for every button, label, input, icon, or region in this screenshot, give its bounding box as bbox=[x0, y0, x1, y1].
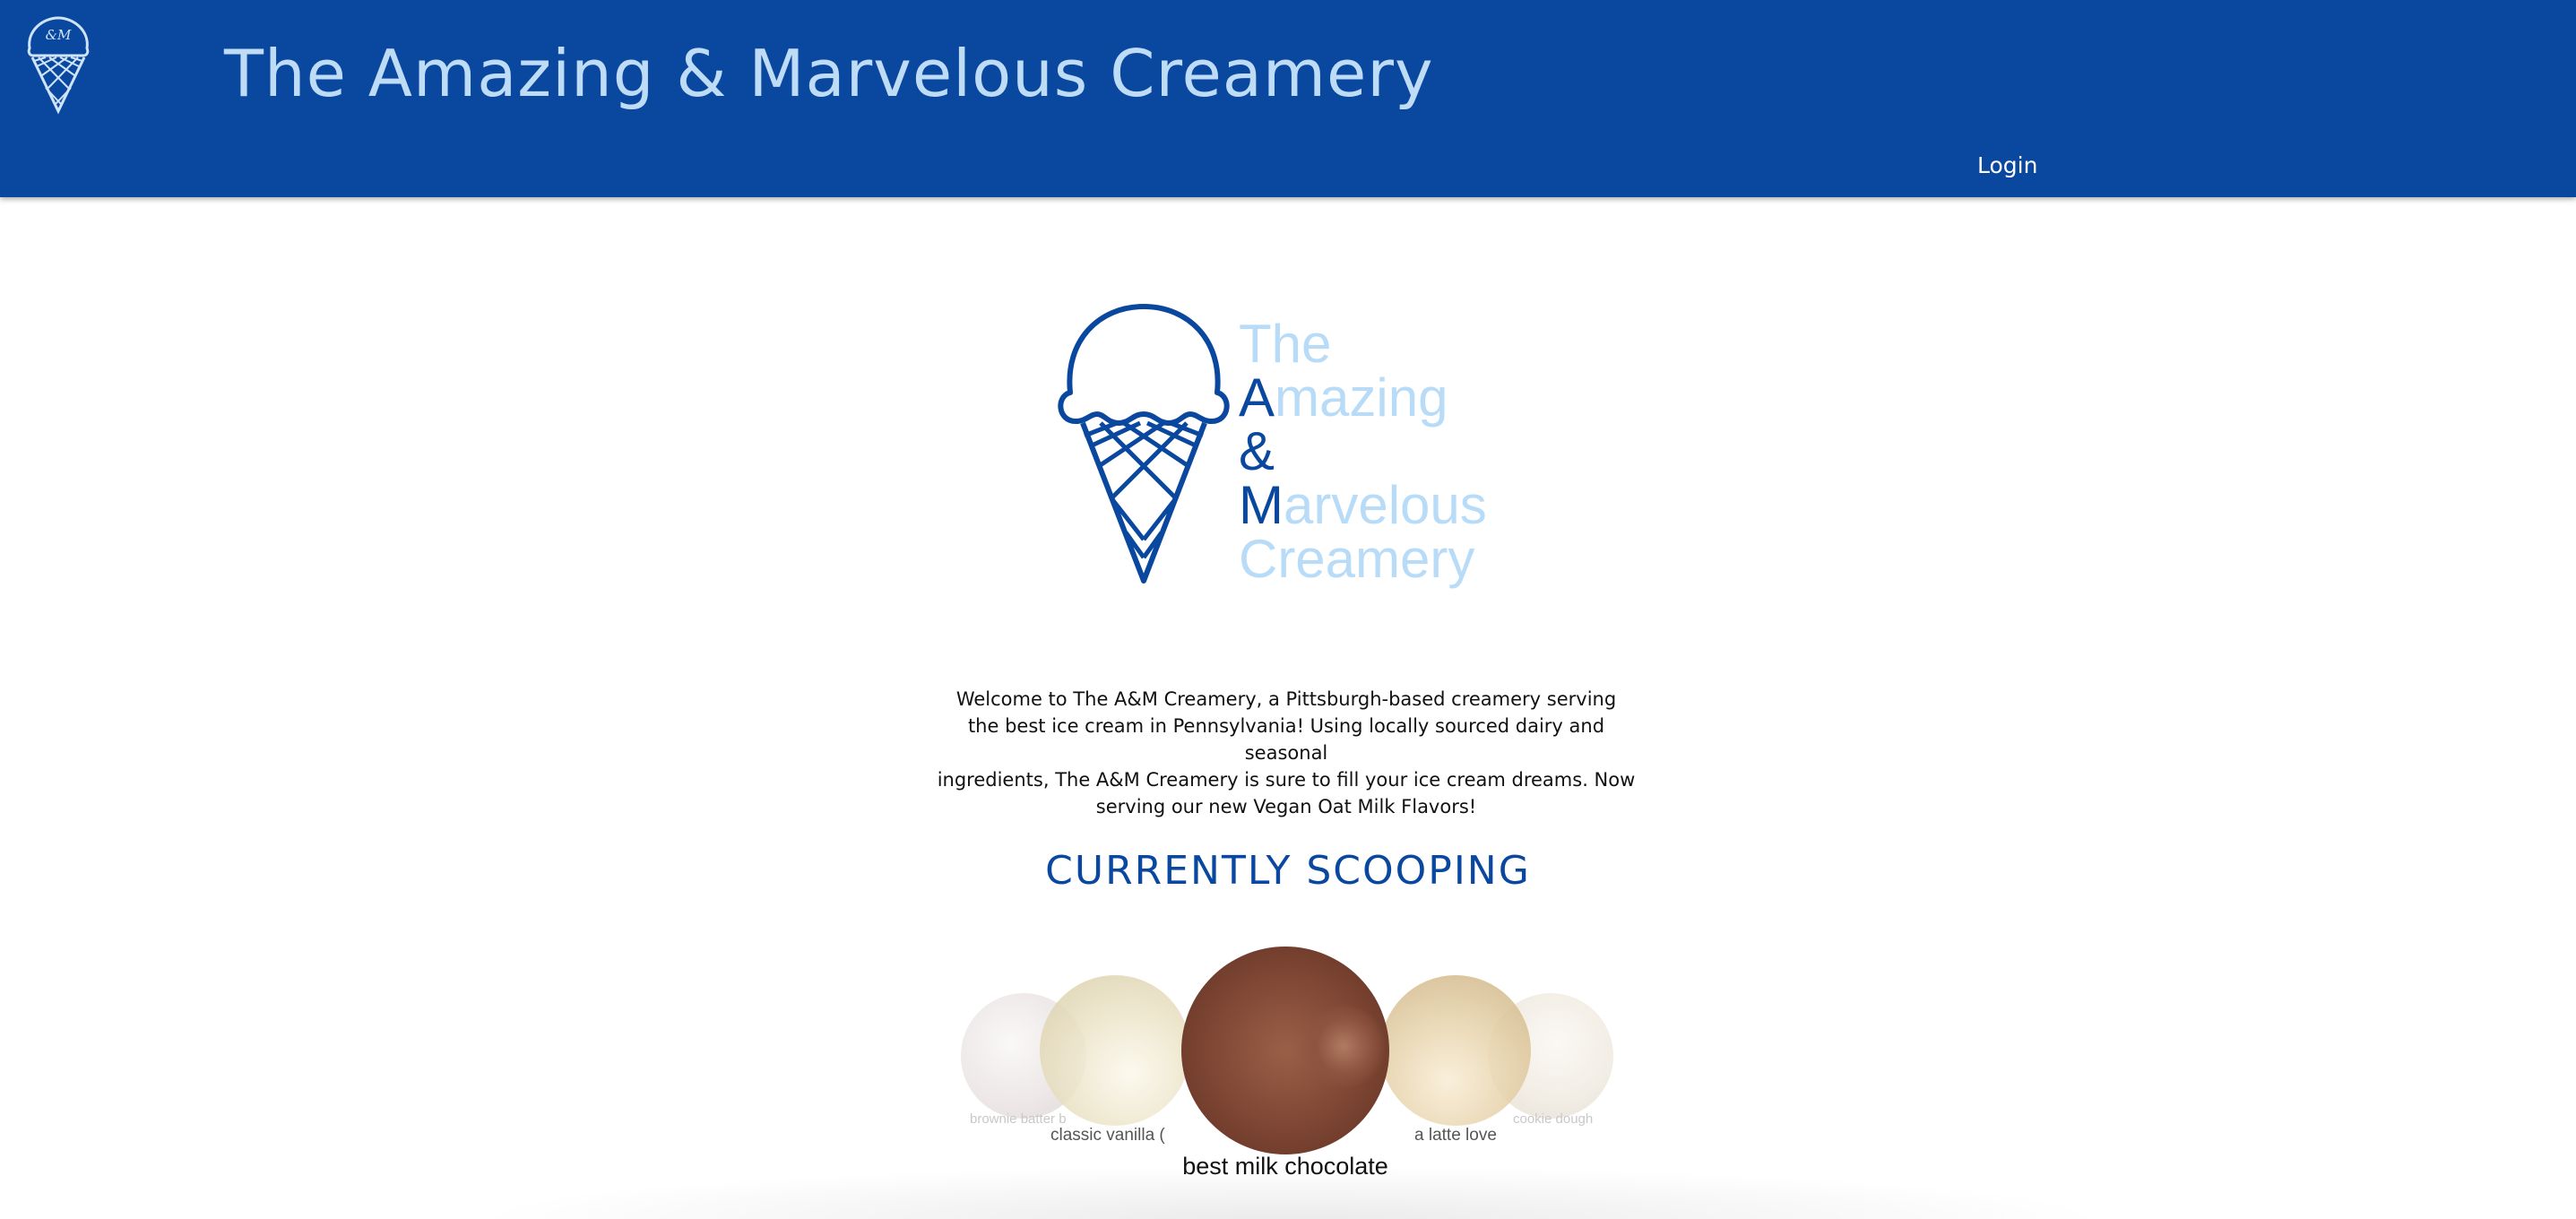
site-header: &M The Amazing & Marvelous Creamery Logi… bbox=[0, 0, 2576, 197]
flavor-image-classic-vanilla[interactable] bbox=[1040, 975, 1190, 1126]
header-logo-text: &M bbox=[46, 27, 72, 43]
site-title: The Amazing & Marvelous Creamery bbox=[224, 36, 1434, 111]
welcome-line: ingredients, The A&M Creamery is sure to… bbox=[937, 769, 1636, 791]
hero-logo: The Amazing & Marvelous Creamery bbox=[1058, 304, 1487, 589]
svg-text:Creamery: Creamery bbox=[1239, 529, 1474, 589]
ice-cream-cone-icon bbox=[1058, 304, 1230, 584]
ice-cream-cone-icon[interactable]: &M bbox=[25, 14, 91, 115]
currently-scooping-heading: CURRENTLY SCOOPING bbox=[1045, 848, 1531, 894]
login-link[interactable]: Login bbox=[1977, 152, 2037, 178]
svg-text:Amazing: Amazing bbox=[1239, 367, 1448, 428]
content-card-edge bbox=[466, 1165, 2115, 1219]
welcome-line: serving our new Vegan Oat Milk Flavors! bbox=[1095, 796, 1477, 817]
hero-logo-word: arvelous bbox=[1284, 475, 1487, 535]
flavor-image-best-milk-chocolate[interactable] bbox=[1181, 947, 1389, 1154]
hero-logo-initial: A bbox=[1239, 367, 1275, 428]
hero-logo-initial: M bbox=[1239, 475, 1284, 535]
hero-logo-word: mazing bbox=[1275, 367, 1448, 428]
flavor-label: cookie dough bbox=[1513, 1111, 1594, 1127]
hero-logo-initial: & bbox=[1239, 421, 1275, 481]
welcome-text: Welcome to The A&M Creamery, a Pittsburg… bbox=[937, 686, 1636, 820]
svg-text:The: The bbox=[1239, 314, 1331, 374]
hero-logo-word: Creamery bbox=[1239, 529, 1474, 589]
svg-text:Marvelous: Marvelous bbox=[1239, 475, 1487, 535]
flavor-image-a-latte-love[interactable] bbox=[1380, 975, 1531, 1126]
flavor-label: brownie batter b bbox=[970, 1111, 1067, 1127]
flavor-label: classic vanilla ( bbox=[1050, 1126, 1165, 1145]
flavor-label: a latte love bbox=[1414, 1126, 1497, 1145]
hero-logo-word: The bbox=[1239, 314, 1331, 374]
svg-text:&: & bbox=[1239, 421, 1275, 481]
welcome-line: Welcome to The A&M Creamery, a Pittsburg… bbox=[955, 688, 1617, 710]
welcome-line: the best ice cream in Pennsylvania! Usin… bbox=[967, 715, 1605, 764]
